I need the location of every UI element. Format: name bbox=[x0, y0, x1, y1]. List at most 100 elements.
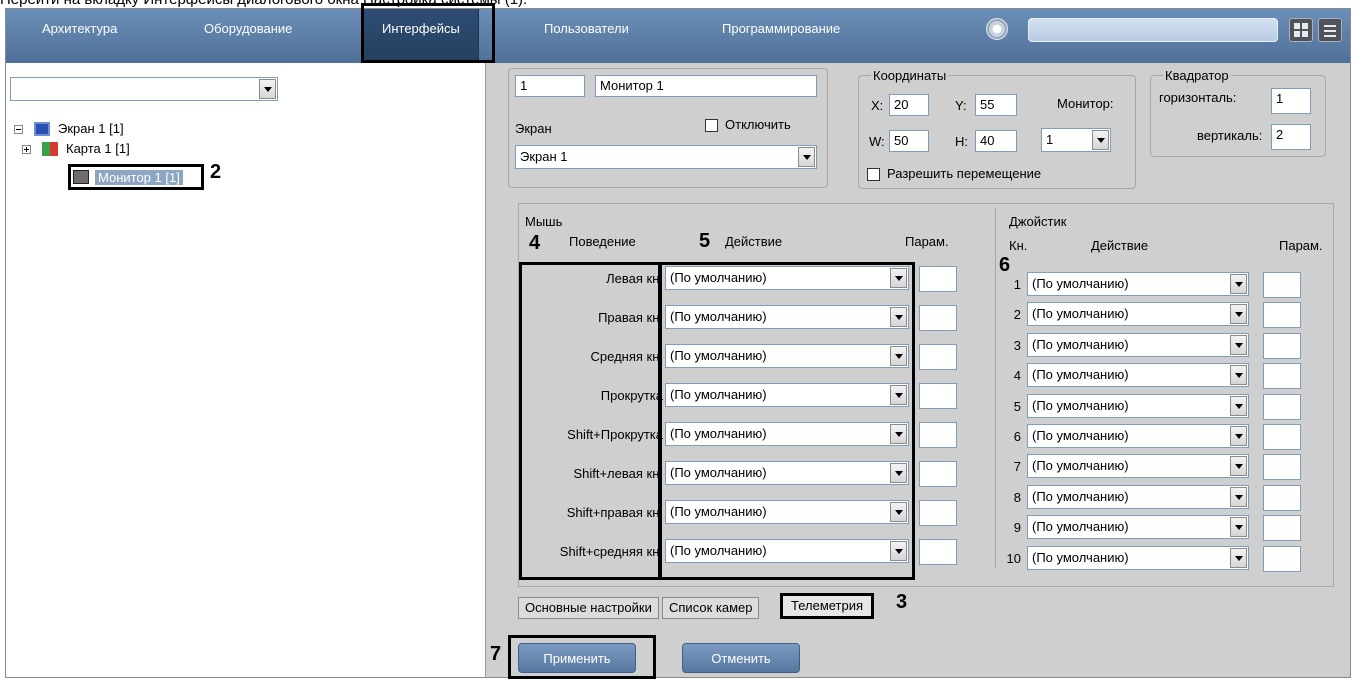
joystick-action-select[interactable]: (По умолчанию) bbox=[1027, 424, 1249, 448]
chevron-down-icon[interactable] bbox=[1230, 395, 1247, 416]
tab-equipment[interactable]: Оборудование bbox=[204, 21, 292, 36]
callout-box-action bbox=[659, 262, 915, 580]
behavior-header: Поведение bbox=[569, 234, 636, 249]
joystick-button-number: 7 bbox=[1013, 459, 1021, 475]
joystick-action-value: (По умолчанию) bbox=[1032, 488, 1129, 504]
object-tree-pane: Экран 1 [1] Карта 1 [1] Монитор 1 [1] 2 bbox=[6, 63, 486, 677]
quad-vertical-field[interactable]: 2 bbox=[1271, 124, 1311, 150]
joystick-param-field[interactable] bbox=[1263, 302, 1301, 329]
joystick-action-select[interactable]: (По умолчанию) bbox=[1027, 302, 1249, 327]
joystick-action-select[interactable]: (По умолчанию) bbox=[1027, 515, 1249, 540]
joystick-action-select[interactable]: (По умолчанию) bbox=[1027, 484, 1249, 509]
tab-telemetry[interactable]: Телеметрия bbox=[780, 593, 875, 619]
monitor-id-field[interactable]: 1 bbox=[515, 75, 585, 97]
quad-horizontal-field[interactable]: 1 bbox=[1271, 88, 1311, 114]
callout-box-behavior bbox=[519, 262, 661, 580]
callout-7: 7 bbox=[490, 643, 502, 665]
tree-item-screen[interactable]: Экран 1 [1] bbox=[14, 121, 214, 139]
joystick-param-field[interactable] bbox=[1263, 272, 1301, 298]
chevron-down-icon[interactable] bbox=[1230, 517, 1247, 538]
tree-item-monitor[interactable]: Монитор 1 [1] bbox=[68, 164, 204, 190]
allow-move-checkbox[interactable] bbox=[867, 168, 880, 181]
tab-camera-list[interactable]: Список камер bbox=[662, 597, 760, 619]
list-view-icon[interactable] bbox=[1318, 18, 1342, 42]
joystick-button-number: 8 bbox=[1013, 489, 1021, 505]
joystick-action-value: (По умолчанию) bbox=[1032, 458, 1129, 474]
joystick-button-number: 10 bbox=[1006, 550, 1021, 566]
mouse-param-field[interactable] bbox=[919, 539, 957, 565]
joystick-button-number: 2 bbox=[1013, 307, 1021, 323]
tab-architecture[interactable]: Архитектура bbox=[42, 21, 117, 36]
joystick-param-field[interactable] bbox=[1263, 332, 1301, 359]
disable-checkbox[interactable] bbox=[705, 119, 718, 132]
chevron-down-icon[interactable] bbox=[1230, 365, 1247, 386]
joystick-action-select[interactable]: (По умолчанию) bbox=[1027, 454, 1249, 479]
joystick-action-select[interactable]: (По умолчанию) bbox=[1027, 545, 1249, 570]
callout-3: 3 bbox=[896, 591, 908, 613]
screen-select[interactable]: Экран 1 bbox=[515, 145, 817, 169]
gear-icon[interactable] bbox=[986, 18, 1008, 40]
chevron-down-icon[interactable] bbox=[1230, 547, 1247, 568]
w-label: W: bbox=[869, 134, 885, 149]
h-field[interactable]: 40 bbox=[975, 130, 1017, 152]
screen-select-value: Экран 1 bbox=[520, 149, 568, 164]
chevron-down-icon[interactable] bbox=[1230, 334, 1247, 355]
expand-icon[interactable] bbox=[22, 145, 31, 154]
joystick-action-select[interactable]: (По умолчанию) bbox=[1027, 363, 1249, 388]
search-input[interactable] bbox=[1028, 18, 1278, 42]
joystick-param-field[interactable] bbox=[1263, 515, 1301, 542]
joystick-param-field[interactable] bbox=[1263, 454, 1301, 481]
chevron-down-icon[interactable] bbox=[1230, 486, 1247, 507]
chevron-down-icon[interactable] bbox=[798, 147, 815, 167]
mouse-param-field[interactable] bbox=[919, 266, 957, 292]
monitor-settings-panel: 1 Монитор 1 Экран Отключить Экран 1 Коор… bbox=[488, 63, 1350, 623]
joystick-action-select[interactable]: (По умолчанию) bbox=[1027, 332, 1249, 357]
monitor-number-value: 1 bbox=[1046, 132, 1054, 147]
coordinates-title: Координаты bbox=[871, 68, 949, 83]
y-field[interactable]: 55 bbox=[975, 94, 1017, 116]
cancel-button[interactable]: Отменить bbox=[682, 643, 800, 673]
object-filter-select[interactable] bbox=[10, 77, 278, 101]
mouse-param-field[interactable] bbox=[919, 461, 957, 487]
instruction-caption: Перейти на вкладку Интерфейсы диалоговог… bbox=[0, 0, 1366, 8]
mouse-param-header: Парам. bbox=[905, 234, 949, 249]
joystick-param-field[interactable] bbox=[1263, 393, 1301, 420]
chevron-down-icon[interactable] bbox=[1230, 426, 1247, 446]
joystick-action-select[interactable]: (По умолчанию) bbox=[1027, 393, 1249, 418]
tree-item-map[interactable]: Карта 1 [1] bbox=[22, 141, 222, 159]
tab-programming[interactable]: Программирование bbox=[722, 21, 840, 36]
collapse-icon[interactable] bbox=[14, 125, 23, 134]
chevron-down-icon[interactable] bbox=[1230, 274, 1247, 294]
joystick-action-value: (По умолчанию) bbox=[1032, 336, 1129, 352]
monitor-number-select[interactable]: 1 bbox=[1041, 128, 1111, 152]
joystick-param-field[interactable] bbox=[1263, 484, 1301, 511]
mouse-param-field[interactable] bbox=[919, 344, 957, 370]
chevron-down-icon[interactable] bbox=[1092, 130, 1109, 150]
tab-general-settings[interactable]: Основные настройки bbox=[518, 597, 659, 619]
chevron-down-icon[interactable] bbox=[1230, 456, 1247, 477]
monitor-name-field[interactable]: Монитор 1 bbox=[595, 75, 817, 97]
joystick-param-field[interactable] bbox=[1263, 424, 1301, 450]
joystick-action-select[interactable]: (По умолчанию) bbox=[1027, 272, 1249, 296]
w-field[interactable]: 50 bbox=[889, 130, 929, 152]
quad-horizontal-label: горизонталь: bbox=[1159, 90, 1237, 105]
quad-title: Квадратор bbox=[1163, 68, 1231, 83]
joystick-param-field[interactable] bbox=[1263, 545, 1301, 572]
h-label: H: bbox=[955, 134, 968, 149]
quad-group: Квадратор горизонталь: 1 вертикаль: 2 bbox=[1150, 68, 1326, 157]
chevron-down-icon[interactable] bbox=[1230, 304, 1247, 325]
tab-users[interactable]: Пользователи bbox=[544, 21, 629, 36]
joystick-param-field[interactable] bbox=[1263, 363, 1301, 390]
mouse-param-field[interactable] bbox=[919, 422, 957, 448]
grid-view-icon[interactable] bbox=[1289, 18, 1313, 42]
joystick-button-number: 3 bbox=[1013, 337, 1021, 353]
callout-5: 5 bbox=[699, 230, 711, 252]
y-label: Y: bbox=[955, 98, 967, 113]
mouse-param-field[interactable] bbox=[919, 383, 957, 409]
mouse-param-field[interactable] bbox=[919, 305, 957, 331]
mouse-param-field[interactable] bbox=[919, 500, 957, 526]
coordinates-group: Координаты X: 20 Y: 55 Монитор: W: 50 H:… bbox=[858, 68, 1136, 189]
chevron-down-icon[interactable] bbox=[259, 79, 276, 99]
x-label: X: bbox=[871, 98, 884, 113]
x-field[interactable]: 20 bbox=[889, 94, 929, 116]
